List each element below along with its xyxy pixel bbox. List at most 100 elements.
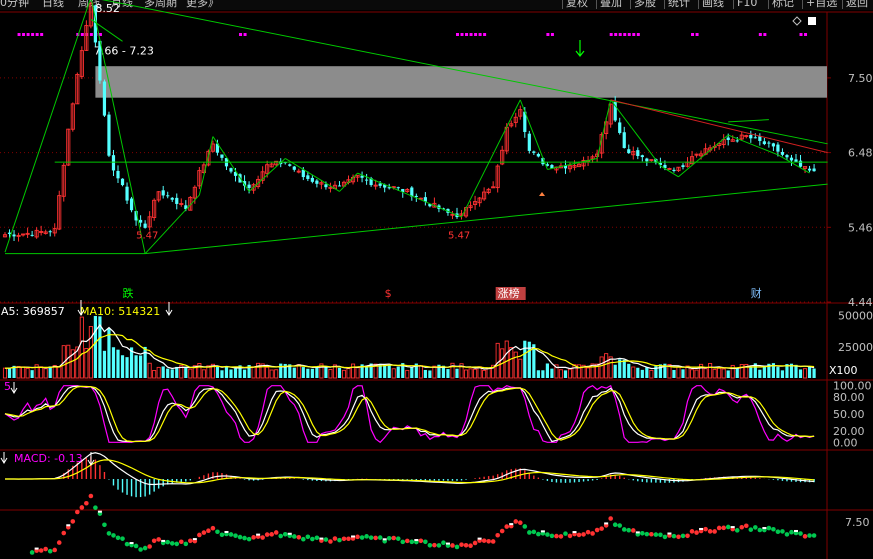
signal-dot xyxy=(237,534,243,540)
volume-bar xyxy=(739,364,744,379)
signal-dot xyxy=(725,524,731,530)
zigzag-line xyxy=(660,165,679,178)
volume-bar xyxy=(721,368,726,379)
signal-dot xyxy=(536,531,541,537)
volume-bar xyxy=(627,363,631,378)
volume-bar xyxy=(102,350,107,378)
signal-dot xyxy=(115,535,121,541)
signal-dot xyxy=(522,524,528,529)
signal-dot xyxy=(246,536,252,542)
candle xyxy=(640,155,644,158)
signal-dot xyxy=(469,33,473,36)
volume-bar xyxy=(676,366,681,379)
signal-dash xyxy=(635,531,640,534)
signal-dot xyxy=(251,535,256,540)
signal-dot xyxy=(614,33,618,36)
signal-dot xyxy=(456,33,459,36)
volume-bar xyxy=(717,367,722,379)
signal-dot xyxy=(89,33,93,36)
volume-bar xyxy=(482,369,487,379)
signal-dot xyxy=(627,33,631,36)
signal-dot xyxy=(632,33,636,36)
signal-dot xyxy=(558,534,564,539)
volume-bar xyxy=(599,356,604,379)
signal-dot xyxy=(26,33,30,36)
signal-dot xyxy=(368,535,374,540)
volume-bar xyxy=(2,367,8,379)
signal-dot xyxy=(197,532,202,538)
candle xyxy=(107,114,111,156)
signal-dot xyxy=(450,543,455,548)
signal-dot xyxy=(644,531,650,537)
stock-chart-window: 0分钟 日线 周线 月线 多周期 更多》 复权 叠加 多股 统计 画线 F10 … xyxy=(0,0,873,559)
signal-dash xyxy=(256,533,261,536)
volume-bar xyxy=(215,365,220,378)
chart-canvas[interactable]: 7.66 - 7.23 8.52 5.47 5.47 跌 $ 涨榜 财 7.50… xyxy=(0,0,873,559)
zigzag-line xyxy=(212,136,250,192)
signal-dot xyxy=(22,33,26,36)
signal-dot xyxy=(468,543,473,549)
signal-dot xyxy=(459,542,464,547)
signal-dot xyxy=(75,509,80,515)
signal-dot xyxy=(174,541,180,547)
volume-bar xyxy=(43,368,48,379)
candlesticks xyxy=(2,1,816,242)
event-marker-rank[interactable]: 涨榜 xyxy=(498,286,520,300)
arrow-down-icon xyxy=(10,382,18,394)
candle xyxy=(789,157,794,161)
signal-dot xyxy=(228,532,234,537)
signal-dash xyxy=(66,524,71,527)
signal-dot xyxy=(734,528,740,533)
candle xyxy=(139,219,143,223)
volume-bar xyxy=(30,370,34,378)
candle xyxy=(229,168,233,172)
signal-dot xyxy=(685,533,690,539)
volume-bar xyxy=(446,369,450,378)
candle xyxy=(292,166,296,170)
event-marker-dollar[interactable]: $ xyxy=(385,287,392,300)
candle xyxy=(310,177,314,182)
candle xyxy=(532,151,536,153)
signal-dot xyxy=(70,519,76,524)
candle xyxy=(527,133,531,151)
signal-dot xyxy=(758,33,762,36)
signal-dot xyxy=(142,545,148,551)
signal-dot xyxy=(102,522,107,528)
event-marker-drop[interactable]: 跌 xyxy=(123,286,134,300)
signal-dot xyxy=(780,529,785,534)
candle xyxy=(175,197,179,204)
signal-dot xyxy=(567,533,573,539)
oscillator-labels: 5 100.00 80.00 50.00 20.00 0.00 xyxy=(4,380,872,450)
signal-dot xyxy=(640,530,645,536)
signal-dot xyxy=(243,33,247,36)
signal-dot xyxy=(763,33,767,36)
signal-dot xyxy=(549,533,555,539)
volume-bar xyxy=(735,368,739,378)
signal-dot xyxy=(676,534,681,540)
price-tick-label: 5.46 xyxy=(848,221,873,234)
volume-bar xyxy=(134,355,138,378)
zigzag-line xyxy=(728,134,779,156)
signal-dot xyxy=(599,526,604,531)
oscillator-k-line xyxy=(4,385,815,443)
arrow-line xyxy=(728,119,769,123)
volume-bar xyxy=(776,367,780,378)
signal-dot xyxy=(359,535,365,540)
signal-dot xyxy=(147,544,152,549)
signal-dot xyxy=(84,500,89,506)
volume-bar xyxy=(242,369,247,378)
event-marker-finance[interactable]: 财 xyxy=(751,286,762,300)
signal-dot xyxy=(56,540,62,545)
candle xyxy=(170,197,174,200)
volume-bar xyxy=(188,368,193,379)
signal-dot xyxy=(409,539,415,545)
volume-bar xyxy=(170,369,174,378)
signal-dot xyxy=(296,534,302,540)
signal-dot xyxy=(47,548,53,554)
arrow-down-icon xyxy=(575,40,585,57)
volume-bar xyxy=(428,370,432,378)
signal-dot xyxy=(689,529,695,534)
volume-bar xyxy=(310,368,314,378)
signal-dot xyxy=(314,535,320,541)
price-grid xyxy=(0,77,831,303)
